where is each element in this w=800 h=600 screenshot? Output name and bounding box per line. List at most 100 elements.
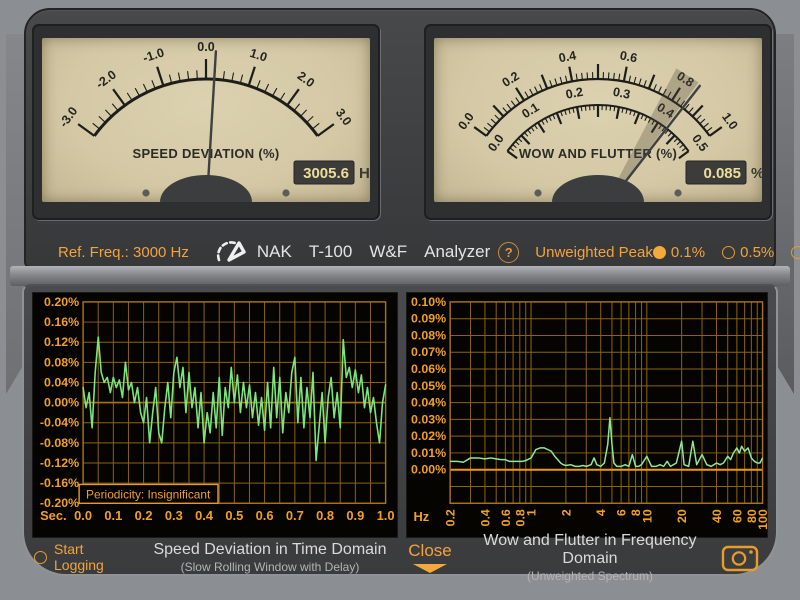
svg-text:4: 4 (594, 509, 608, 516)
svg-text:6: 6 (615, 509, 629, 516)
svg-text:0.4: 0.4 (195, 508, 214, 523)
svg-text:0.3: 0.3 (165, 508, 183, 523)
meter-logo-icon (215, 239, 247, 265)
svg-text:Sec.: Sec. (40, 508, 67, 523)
periodicity-tooltip: Periodicity: Insignificant (79, 484, 218, 503)
brand-model: T-100 (309, 242, 352, 262)
logging-led-icon[interactable] (34, 551, 47, 564)
svg-text:SPEED DEVIATION (%): SPEED DEVIATION (%) (132, 146, 279, 161)
svg-text:-0.04%: -0.04% (40, 416, 79, 430)
svg-text:Hz: Hz (413, 509, 429, 524)
speed-deviation-meter: -3.0 -2.0 -1.0 0.0 1.0 2.0 3.0 SPEED DEVIATION … (42, 38, 370, 202)
svg-text:1.0: 1.0 (719, 110, 741, 132)
svg-text:-2.0: -2.0 (93, 67, 119, 91)
svg-text:0.16%: 0.16% (44, 315, 79, 329)
chevron-down-icon[interactable] (413, 564, 447, 573)
radio-icon[interactable] (653, 246, 666, 259)
svg-text:2: 2 (559, 509, 573, 516)
range-label: 0.5% (740, 244, 774, 261)
svg-text:0.07%: 0.07% (411, 345, 446, 359)
footer-bar: StartLogging Speed Deviation in Time Dom… (34, 540, 766, 574)
svg-text:0.7: 0.7 (286, 508, 304, 523)
start-logging-button[interactable]: StartLogging (34, 541, 146, 573)
svg-text:0.10%: 0.10% (411, 295, 446, 309)
svg-text:0.01%: 0.01% (411, 446, 446, 460)
svg-text:60: 60 (730, 509, 744, 523)
range-option-0.5[interactable]: 0.5% (722, 244, 774, 261)
svg-text:0.00%: 0.00% (411, 463, 446, 477)
svg-text:2.0: 2.0 (295, 69, 317, 91)
svg-text:0.4: 0.4 (558, 48, 578, 65)
svg-text:0.00%: 0.00% (44, 396, 79, 410)
wow-flutter-meter-face: 0.00.20.40.60.81.00.00.10.20.30.40.5WOW … (434, 38, 762, 202)
time-domain-chart: 0.20%0.16%0.12%0.08%0.04%0.00%-0.04%-0.0… (33, 293, 397, 537)
svg-text:0.03%: 0.03% (411, 412, 446, 426)
time-domain-chartbox: 0.20%0.16%0.12%0.08%0.04%0.00%-0.04%-0.0… (32, 292, 398, 538)
svg-text:0.08%: 0.08% (44, 355, 79, 369)
frequency-spectrum-chart: 0.10%0.09%0.08%0.07%0.06%0.05%0.04%0.03%… (407, 293, 767, 537)
close-button[interactable]: Close (394, 541, 466, 573)
screenshot-button[interactable] (714, 542, 766, 572)
svg-text:-0.12%: -0.12% (40, 456, 79, 470)
svg-text:0.9: 0.9 (346, 508, 364, 523)
svg-text:0.20%: 0.20% (44, 295, 79, 309)
range-option-1.0[interactable]: 1.0% (791, 244, 800, 261)
brand-analyzer: Analyzer (424, 242, 490, 262)
left-chart-title: Speed Deviation in Time Domain (146, 541, 394, 559)
svg-text:0.06%: 0.06% (411, 362, 446, 376)
camera-icon[interactable] (721, 542, 759, 572)
svg-text:0.0: 0.0 (485, 132, 507, 154)
close-label[interactable]: Close (394, 541, 466, 561)
wow-flutter-meter-bezel: 0.00.20.40.60.81.00.00.10.20.30.40.5WOW … (424, 24, 772, 220)
svg-text:WOW AND FLUTTER (%): WOW AND FLUTTER (%) (519, 146, 677, 161)
svg-text:0.09%: 0.09% (411, 312, 446, 326)
svg-text:-0.16%: -0.16% (40, 476, 79, 490)
radio-icon[interactable] (791, 246, 800, 259)
range-option-0.1[interactable]: 0.1% (653, 244, 705, 261)
svg-text:0.5: 0.5 (689, 132, 711, 154)
svg-text:0.04%: 0.04% (44, 375, 79, 389)
chart-panel: 0.20%0.16%0.12%0.08%0.04%0.00%-0.04%-0.0… (22, 284, 778, 576)
svg-text:100: 100 (756, 509, 767, 530)
svg-text:0.0: 0.0 (197, 40, 214, 54)
svg-text:40: 40 (710, 509, 724, 523)
left-chart-caption: Speed Deviation in Time Domain (Slow Rol… (146, 541, 394, 574)
svg-text:-3.0: -3.0 (56, 104, 80, 130)
speed-meter-face: -3.0 -2.0 -1.0 0.0 1.0 2.0 3.0 SPEED DEVIATION … (42, 38, 370, 202)
svg-text:20: 20 (675, 509, 689, 523)
svg-text:Periodicity: Insignificant: Periodicity: Insignificant (86, 487, 211, 501)
svg-text:0.2: 0.2 (500, 69, 522, 90)
analyzer-window: -3.0 -2.0 -1.0 0.0 1.0 2.0 3.0 SPEED DEVIATION … (0, 0, 800, 600)
meter-bridge-panel: -3.0 -2.0 -1.0 0.0 1.0 2.0 3.0 SPEED DEVIATION … (24, 8, 776, 268)
radio-icon[interactable] (722, 246, 735, 259)
svg-text:0.04%: 0.04% (411, 396, 446, 410)
svg-text:0.4: 0.4 (478, 509, 492, 526)
svg-text:0.0: 0.0 (455, 110, 477, 132)
svg-text:0.1: 0.1 (519, 100, 541, 121)
speed-meter-bezel: -3.0 -2.0 -1.0 0.0 1.0 2.0 3.0 SPEED DEVIATION … (32, 24, 380, 220)
svg-text:0.12%: 0.12% (44, 335, 79, 349)
svg-text:0.6: 0.6 (499, 509, 513, 526)
left-chart-subtitle: (Slow Rolling Window with Delay) (146, 560, 394, 574)
svg-text:%: % (751, 165, 762, 182)
svg-text:1: 1 (524, 509, 538, 516)
svg-text:1.0: 1.0 (248, 46, 269, 65)
svg-text:0.2: 0.2 (444, 509, 458, 526)
svg-text:3005.6: 3005.6 (303, 165, 349, 182)
svg-text:Hz: Hz (359, 165, 370, 182)
help-icon[interactable]: ? (498, 242, 519, 263)
reference-frequency-label: Ref. Freq.: 3000 Hz (58, 244, 189, 261)
right-chart-subtitle: (Unweighted Spectrum) (466, 569, 714, 583)
svg-text:0.8: 0.8 (316, 508, 334, 523)
right-chart-caption: Wow and Flutter in Frequency Domain (Unw… (466, 532, 714, 583)
brand-nak: NAK (257, 242, 292, 262)
svg-text:0.085: 0.085 (703, 165, 741, 182)
weighting-mode-label: Unweighted Peak (535, 244, 653, 261)
svg-text:3.0: 3.0 (333, 106, 355, 128)
svg-text:0.02%: 0.02% (411, 429, 446, 443)
svg-text:0.5: 0.5 (225, 508, 243, 523)
svg-text:-1.0: -1.0 (141, 45, 166, 65)
svg-text:0.6: 0.6 (256, 508, 274, 523)
svg-text:0.08%: 0.08% (411, 328, 446, 342)
control-bar: Ref. Freq.: 3000 Hz NAK T-100 W&F Analyz… (54, 234, 760, 270)
